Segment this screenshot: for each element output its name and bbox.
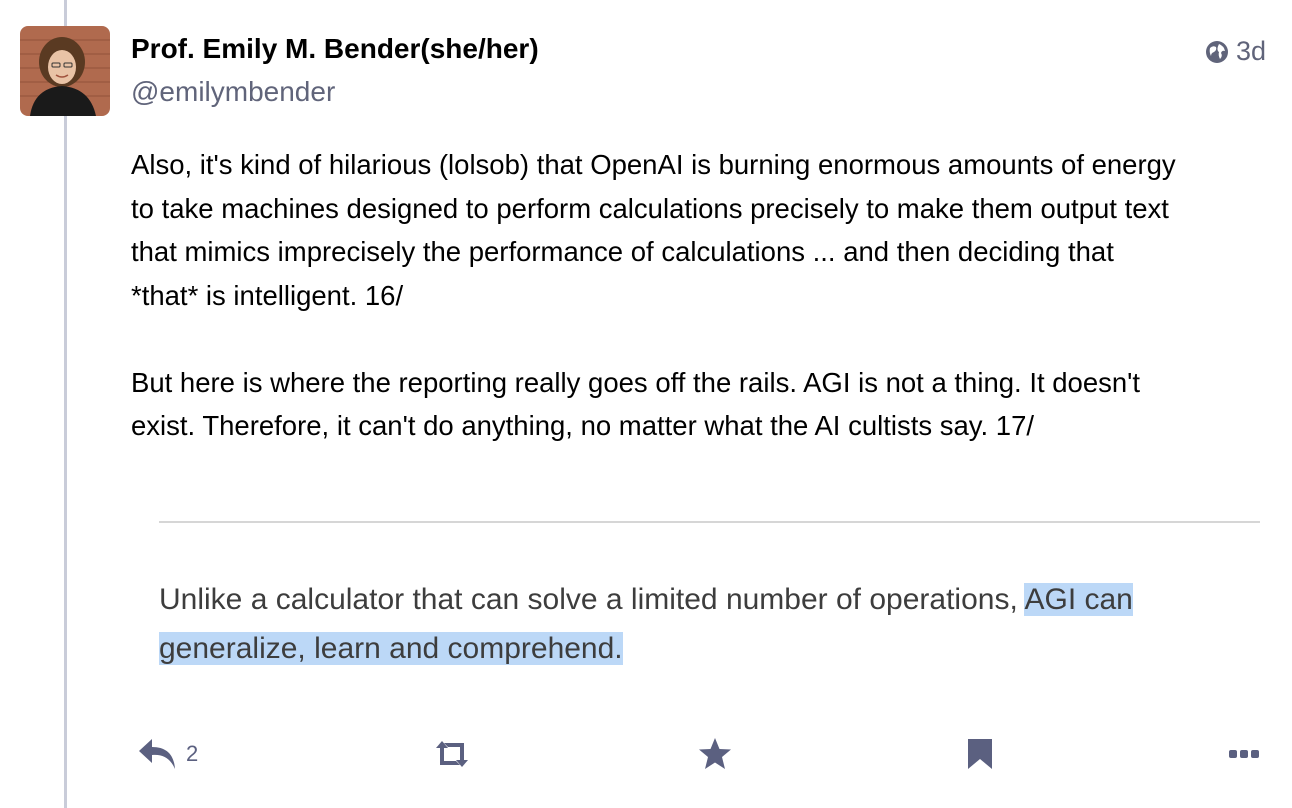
- embedded-quote: Unlike a calculator that can solve a lim…: [159, 575, 1269, 673]
- boost-icon: [436, 741, 468, 767]
- quote-highlight-2: generalize, learn and comprehend.: [159, 632, 623, 665]
- post-paragraph-1: Also, it's kind of hilarious (lolsob) th…: [131, 149, 1176, 311]
- avatar[interactable]: [20, 26, 110, 116]
- avatar-image: [20, 26, 110, 116]
- post-meta[interactable]: 3d: [1205, 36, 1266, 67]
- author-display-name[interactable]: Prof. Emily M. Bender(she/her): [131, 33, 539, 65]
- post-timestamp[interactable]: 3d: [1236, 36, 1266, 67]
- globe-icon: [1205, 40, 1228, 63]
- favourite-button[interactable]: [697, 730, 733, 778]
- post-content: Also, it's kind of hilarious (lolsob) th…: [131, 143, 1271, 448]
- more-button[interactable]: [1228, 730, 1260, 778]
- star-icon: [699, 738, 731, 769]
- action-bar: 2: [0, 730, 1292, 780]
- reply-icon: [139, 739, 175, 769]
- quote-highlight-1: AGI can: [1024, 583, 1133, 616]
- author-handle[interactable]: @emilymbender: [131, 76, 335, 108]
- bookmark-button[interactable]: [966, 730, 994, 778]
- more-icon: [1229, 750, 1259, 758]
- reply-button[interactable]: 2: [138, 730, 198, 778]
- reply-count: 2: [186, 741, 199, 766]
- post: Prof. Emily M. Bender(she/her) @emilymbe…: [0, 0, 1292, 808]
- quote-plain-text: Unlike a calculator that can solve a lim…: [159, 583, 1025, 616]
- thread-line: [64, 0, 67, 808]
- embed-divider: [159, 521, 1260, 523]
- post-paragraph-2: But here is where the reporting really g…: [131, 366, 1141, 442]
- bookmark-icon: [968, 739, 992, 769]
- boost-button[interactable]: [432, 730, 472, 778]
